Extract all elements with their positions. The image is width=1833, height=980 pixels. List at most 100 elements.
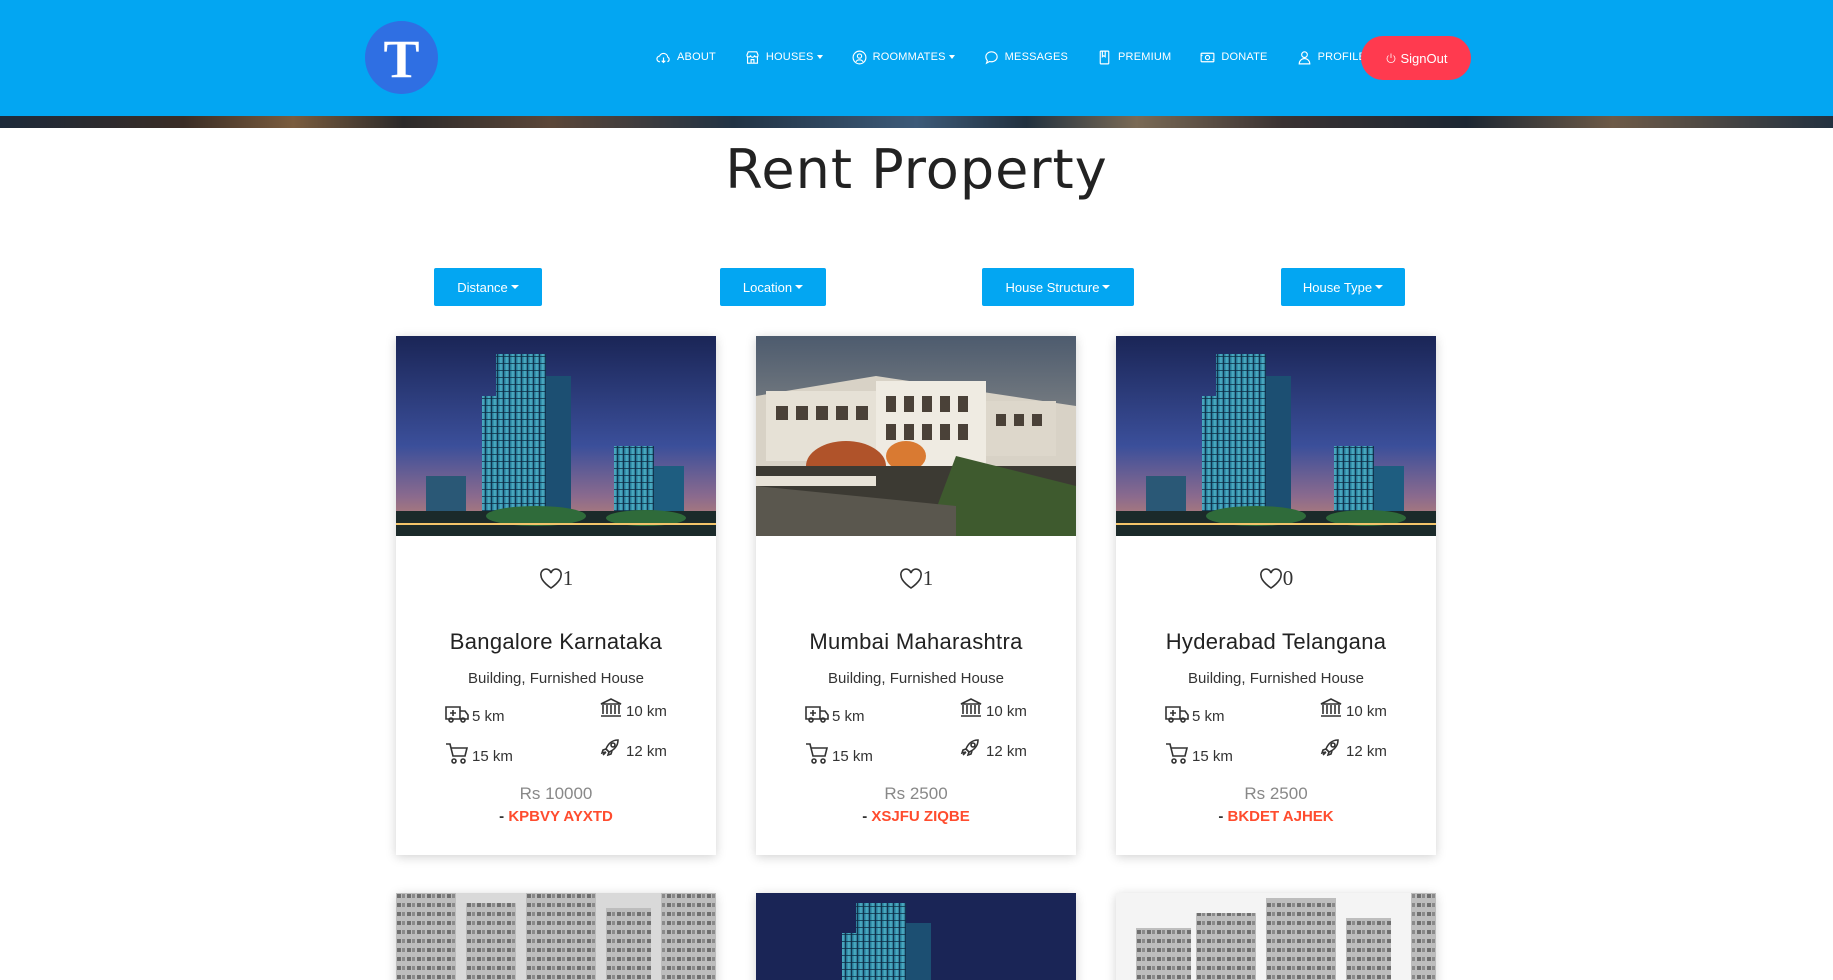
listing-description: Building, Furnished House bbox=[468, 670, 644, 687]
nav-about[interactable]: ABOUT bbox=[655, 49, 716, 66]
listing-city: Hyderabad Telangana bbox=[1165, 629, 1387, 654]
owner-code: XSJFU ZIQBE bbox=[871, 808, 970, 825]
location-filter-dropdown[interactable]: Location bbox=[720, 268, 826, 306]
nav-premium[interactable]: PREMIUM bbox=[1096, 49, 1171, 66]
listing-price: Rs 2500 bbox=[884, 784, 948, 803]
nav-about-label: ABOUT bbox=[677, 51, 716, 63]
shopping-cart-icon bbox=[1166, 743, 1189, 764]
owner-prefix: - bbox=[1218, 808, 1228, 825]
caret-down-icon bbox=[795, 285, 804, 289]
cloud-icon bbox=[656, 52, 670, 63]
bank-distance: 10 km bbox=[1318, 696, 1387, 720]
nav-roommates[interactable]: ROOMMATES bbox=[851, 49, 955, 66]
listing-price: Rs 10000 bbox=[519, 784, 593, 803]
heart-icon bbox=[899, 567, 922, 589]
chat-icon bbox=[984, 50, 998, 64]
shop-distance-value: 15 km bbox=[472, 748, 513, 765]
shopping-cart-icon bbox=[446, 743, 469, 764]
transport-distance-value: 12 km bbox=[626, 743, 667, 760]
house-type-filter-dropdown[interactable]: House Type bbox=[1281, 268, 1405, 306]
listing-photo bbox=[756, 336, 1076, 536]
like-count: 1 bbox=[562, 566, 574, 590]
hospital-distance-value: 5 km bbox=[832, 708, 865, 725]
owner-code: BKDET AJHEK bbox=[1227, 808, 1334, 825]
distance-filter-dropdown[interactable]: Distance bbox=[434, 268, 542, 306]
hospital-distance: 5 km bbox=[444, 701, 505, 725]
house-structure-filter-label: House Structure bbox=[1005, 279, 1100, 295]
location-filter-label: Location bbox=[742, 279, 793, 295]
listing-card-partial[interactable] bbox=[1116, 893, 1436, 980]
hero-image-strip bbox=[0, 116, 1833, 128]
shop-distance-value: 15 km bbox=[1192, 748, 1233, 765]
nav-houses-label: HOUSES bbox=[765, 51, 814, 63]
bank-distance-value: 10 km bbox=[1346, 703, 1387, 720]
hospital-distance: 5 km bbox=[1164, 701, 1225, 725]
owner-prefix: - bbox=[499, 808, 509, 825]
listing-card[interactable]: 0 Hyderabad Telangana Building, Furnishe… bbox=[1116, 336, 1436, 855]
bank-distance-value: 10 km bbox=[986, 703, 1027, 720]
chevron-down-icon bbox=[816, 55, 823, 59]
nav-premium-label: PREMIUM bbox=[1118, 51, 1172, 63]
ambulance-icon bbox=[1165, 706, 1189, 723]
listing-card[interactable]: 1 Mumbai Maharashtra Building, Furnished… bbox=[756, 336, 1076, 855]
rocket-icon bbox=[960, 739, 979, 757]
signout-label: SignOut bbox=[1400, 50, 1448, 66]
listing-owner[interactable]: - KPBVY AYXTD bbox=[396, 808, 716, 825]
listing-photo bbox=[1116, 893, 1436, 980]
transport-distance: 12 km bbox=[958, 736, 1027, 760]
listing-photo bbox=[756, 893, 1076, 980]
house-structure-filter-dropdown[interactable]: House Structure bbox=[982, 268, 1134, 306]
bank-icon bbox=[1320, 698, 1342, 717]
nav-profile[interactable]: PROFILE bbox=[1296, 49, 1366, 66]
money-icon bbox=[1200, 52, 1215, 62]
like-counter[interactable]: 0 bbox=[1116, 566, 1436, 591]
transport-distance-value: 12 km bbox=[986, 743, 1027, 760]
listing-card-partial[interactable] bbox=[756, 893, 1076, 980]
chevron-down-icon bbox=[948, 55, 955, 59]
nav-donate-label: DONATE bbox=[1221, 51, 1268, 63]
owner-code: KPBVY AYXTD bbox=[508, 808, 613, 825]
house-type-filter-label: House Type bbox=[1302, 279, 1373, 295]
listing-card-partial[interactable] bbox=[396, 893, 716, 980]
hospital-distance: 5 km bbox=[804, 701, 865, 725]
transport-distance: 12 km bbox=[598, 736, 667, 760]
caret-down-icon bbox=[510, 285, 519, 289]
like-counter[interactable]: 1 bbox=[396, 566, 716, 591]
listing-photo bbox=[396, 336, 716, 536]
listing-owner[interactable]: - XSJFU ZIQBE bbox=[756, 808, 1076, 825]
like-counter[interactable]: 1 bbox=[756, 566, 1076, 591]
listing-photo bbox=[396, 893, 716, 980]
caret-down-icon bbox=[1102, 285, 1111, 289]
nav-roommates-label: ROOMMATES bbox=[872, 51, 946, 63]
shop-distance-value: 15 km bbox=[832, 748, 873, 765]
ambulance-icon bbox=[805, 706, 829, 723]
brand-logo[interactable]: T bbox=[365, 21, 438, 94]
heart-icon bbox=[539, 567, 562, 589]
logo-letter: T bbox=[383, 28, 420, 89]
shop-distance: 15 km bbox=[444, 741, 513, 765]
store-icon bbox=[746, 50, 759, 64]
bank-icon bbox=[960, 698, 982, 717]
nav-houses[interactable]: HOUSES bbox=[744, 49, 823, 66]
caret-down-icon bbox=[1375, 285, 1384, 289]
listing-owner[interactable]: - BKDET AJHEK bbox=[1116, 808, 1436, 825]
nav-donate[interactable]: DONATE bbox=[1199, 49, 1267, 66]
nav-messages[interactable]: MESSAGES bbox=[983, 49, 1068, 66]
shop-distance: 15 km bbox=[1164, 741, 1233, 765]
listing-price: Rs 2500 bbox=[1244, 784, 1308, 803]
user-circle-icon bbox=[852, 50, 867, 64]
listing-card[interactable]: 1 Bangalore Karnataka Building, Furnishe… bbox=[396, 336, 716, 855]
rocket-icon bbox=[600, 739, 619, 757]
nav-links: ABOUT HOUSES ROOMMATES MESSAGES PREMIUM … bbox=[655, 44, 1394, 70]
signout-button[interactable]: SignOut bbox=[1361, 36, 1471, 80]
hospital-distance-value: 5 km bbox=[1192, 708, 1225, 725]
shop-distance: 15 km bbox=[804, 741, 873, 765]
like-count: 0 bbox=[1282, 566, 1294, 590]
distance-filter-label: Distance bbox=[457, 279, 508, 295]
nav-messages-label: MESSAGES bbox=[1004, 51, 1069, 63]
book-icon bbox=[1099, 50, 1110, 64]
bank-distance: 10 km bbox=[598, 696, 667, 720]
transport-distance-value: 12 km bbox=[1346, 743, 1387, 760]
hospital-distance-value: 5 km bbox=[472, 708, 505, 725]
heart-icon bbox=[1259, 567, 1282, 589]
